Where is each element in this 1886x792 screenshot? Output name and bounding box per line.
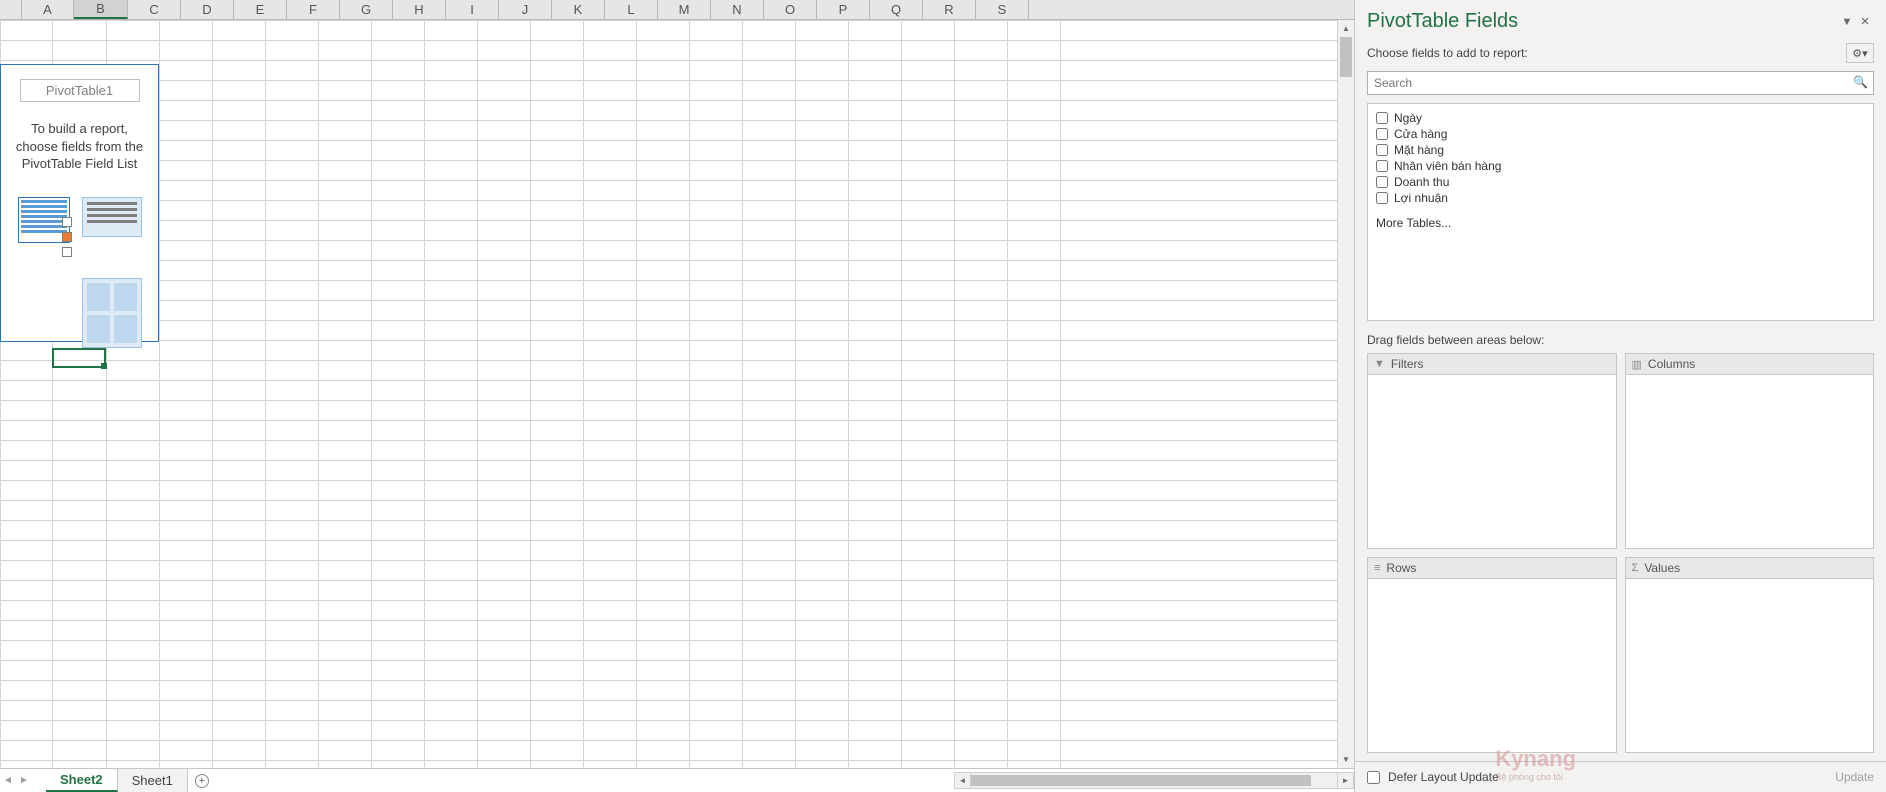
scroll-down-button[interactable]: ▼ [1338,751,1354,768]
col-D[interactable]: D [181,0,234,19]
field-label: Cửa hàng [1394,127,1447,141]
pane-title: PivotTable Fields [1367,10,1838,33]
field-checkbox[interactable] [1376,128,1388,140]
pane-tools-button[interactable]: ⚙▾ [1846,43,1874,63]
field-checkbox[interactable] [1376,192,1388,204]
pivottable-illustration [9,197,150,327]
pane-close-button[interactable]: ✕ [1856,15,1874,28]
field-label: Mặt hàng [1394,143,1444,157]
columns-area[interactable]: ▥ Columns [1625,353,1875,549]
vertical-scrollbar[interactable]: ▲ ▼ [1337,20,1354,768]
search-icon: 🔍 [1853,75,1868,89]
hscroll-right-button[interactable]: ► [1337,772,1354,789]
update-button[interactable]: Update [1835,770,1874,784]
field-label: Lợi nhuận [1394,191,1448,205]
scroll-up-button[interactable]: ▲ [1338,20,1354,37]
col-M[interactable]: M [658,0,711,19]
spreadsheet-area: A B C D E F G H I J K L M N O P Q R S ▲ [0,0,1354,792]
field-item: Nhân viên bán hàng [1376,158,1865,174]
field-item: Mặt hàng [1376,142,1865,158]
field-item: Lợi nhuận [1376,190,1865,206]
cell-grid[interactable] [0,20,1337,768]
pane-collapse-button[interactable]: ▼ [1838,16,1856,28]
col-E[interactable]: E [234,0,287,19]
col-G[interactable]: G [340,0,393,19]
new-sheet-button[interactable]: + [188,769,216,792]
col-I[interactable]: I [446,0,499,19]
col-B[interactable]: B [74,0,128,19]
field-label: Ngày [1394,111,1422,125]
col-F[interactable]: F [287,0,340,19]
horizontal-scrollbar[interactable]: ◄ ► [954,769,1354,792]
sheet-nav-next[interactable]: ► [16,769,32,792]
pivottable-fields-pane: PivotTable Fields ▼ ✕ Choose fields to a… [1354,0,1886,792]
more-tables-link[interactable]: More Tables... [1376,216,1865,230]
active-cell-indicator [52,348,106,368]
horizontal-scroll-thumb[interactable] [971,775,1311,786]
col-A[interactable]: A [22,0,74,19]
pivottable-name-box: PivotTable1 [20,79,140,102]
area-label: Filters [1391,357,1424,371]
col-N[interactable]: N [711,0,764,19]
col-O[interactable]: O [764,0,817,19]
rows-area[interactable]: ≡ Rows [1367,557,1617,753]
field-item: Ngày [1376,110,1865,126]
sheet-tab-bar: ◄ ► Sheet2 Sheet1 + ◄ ► [0,768,1354,792]
field-label: Nhân viên bán hàng [1394,159,1501,173]
col-Q[interactable]: Q [870,0,923,19]
sheet-tab-sheet2[interactable]: Sheet2 [46,769,118,792]
values-area[interactable]: Σ Values [1625,557,1875,753]
area-label: Values [1644,561,1680,575]
col-K[interactable]: K [552,0,605,19]
field-item: Doanh thu [1376,174,1865,190]
vertical-scroll-thumb[interactable] [1340,37,1352,77]
col-R[interactable]: R [923,0,976,19]
col-P[interactable]: P [817,0,870,19]
hscroll-left-button[interactable]: ◄ [954,772,971,789]
area-label: Rows [1386,561,1416,575]
col-S[interactable]: S [976,0,1029,19]
pane-subtitle: Choose fields to add to report: [1367,46,1528,60]
pivottable-hint-text: To build a report, choose fields from th… [9,120,150,173]
defer-layout-label: Defer Layout Update [1388,770,1499,784]
col-H[interactable]: H [393,0,446,19]
sheet-nav-prev[interactable]: ◄ [0,769,16,792]
area-label: Columns [1648,357,1695,371]
select-all-corner[interactable] [0,0,22,19]
defer-layout-checkbox[interactable] [1367,771,1380,784]
field-checkbox[interactable] [1376,144,1388,156]
columns-icon: ▥ [1632,358,1642,371]
field-list[interactable]: Ngày Cửa hàng Mặt hàng Nhân viên bán hàn… [1367,103,1874,321]
field-checkbox[interactable] [1376,160,1388,172]
filter-icon: ▼ [1374,358,1385,370]
rows-icon: ≡ [1374,562,1380,574]
gear-icon: ⚙ [1852,47,1862,60]
filters-area[interactable]: ▼ Filters [1367,353,1617,549]
field-search-input[interactable] [1367,71,1874,95]
field-checkbox[interactable] [1376,112,1388,124]
field-item: Cửa hàng [1376,126,1865,142]
col-L[interactable]: L [605,0,658,19]
field-checkbox[interactable] [1376,176,1388,188]
pivottable-placeholder[interactable]: PivotTable1 To build a report, choose fi… [0,64,159,342]
col-J[interactable]: J [499,0,552,19]
column-header-row: A B C D E F G H I J K L M N O P Q R S [0,0,1354,20]
sheet-tab-sheet1[interactable]: Sheet1 [118,769,188,792]
col-C[interactable]: C [128,0,181,19]
drag-areas-label: Drag fields between areas below: [1355,321,1886,353]
field-label: Doanh thu [1394,175,1449,189]
plus-icon: + [195,774,209,788]
sigma-icon: Σ [1632,562,1639,574]
